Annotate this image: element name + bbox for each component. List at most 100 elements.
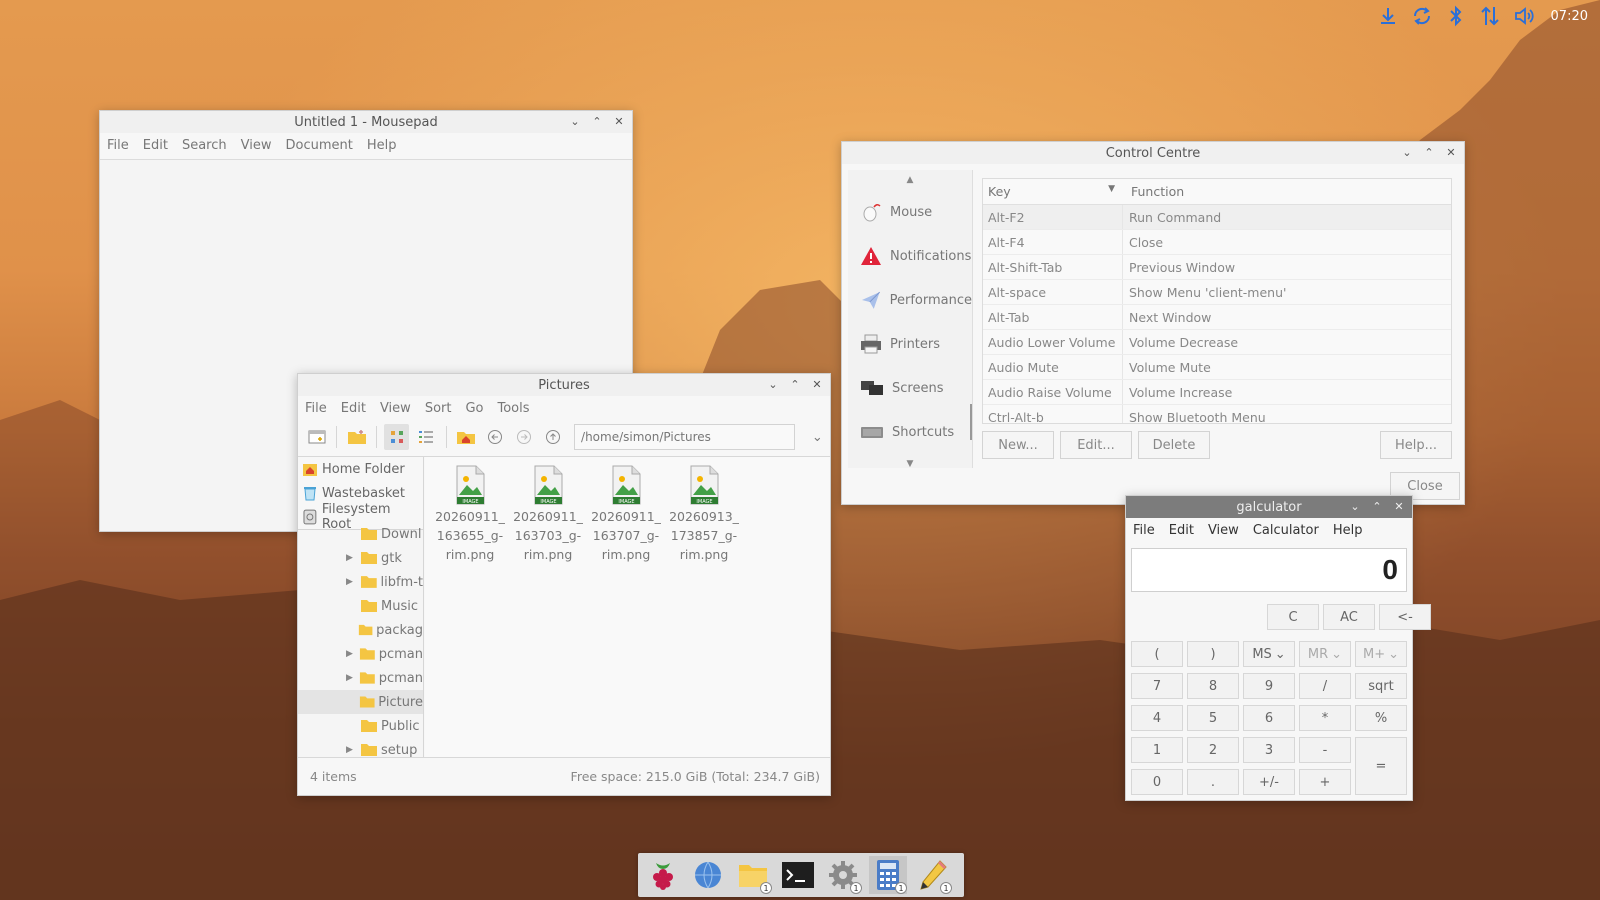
key-button[interactable]: MS ⌄ [1243, 641, 1295, 667]
maximize-icon[interactable]: ⌃ [590, 114, 604, 128]
settings-icon[interactable]: 1 [824, 856, 862, 894]
close-icon[interactable]: ✕ [810, 377, 824, 391]
tree-item[interactable]: packag [298, 618, 423, 642]
forward-icon[interactable] [512, 424, 537, 450]
new-folder-icon[interactable] [344, 424, 369, 450]
expand-arrow-icon[interactable]: ▶ [346, 649, 359, 659]
help-button[interactable]: Help... [1380, 431, 1452, 459]
new-button[interactable]: New... [982, 431, 1054, 459]
tree-item[interactable]: ▶ pcman [298, 642, 423, 666]
key-button[interactable]: C [1267, 604, 1319, 630]
expand-arrow-icon[interactable]: ▶ [346, 577, 360, 587]
file-icon-view[interactable]: IMAGE 20260911_ 163655_g-rim.png IMAGE 20260… [425, 457, 830, 758]
calculator-icon[interactable]: 1 [869, 856, 907, 894]
key-button[interactable]: 5 [1187, 705, 1239, 731]
key-button[interactable]: - [1299, 737, 1351, 763]
menu-file[interactable]: File [107, 138, 129, 153]
key-button[interactable]: 4 [1131, 705, 1183, 731]
tree-item[interactable]: ▶ libfm-t [298, 570, 423, 594]
clock[interactable]: 07:20 [1551, 9, 1588, 24]
minimize-icon[interactable]: ⌄ [1400, 145, 1414, 159]
calculator-titlebar[interactable]: galculator ⌄ ⌃ ✕ [1126, 496, 1412, 518]
download-icon[interactable] [1377, 5, 1399, 27]
menu-tools[interactable]: Tools [498, 401, 530, 416]
maximize-icon[interactable]: ⌃ [1422, 145, 1436, 159]
list-view-icon[interactable] [413, 424, 438, 450]
sidebar-item-printers[interactable]: Printers [848, 322, 972, 366]
menu-edit[interactable]: Edit [143, 138, 168, 153]
tree-item[interactable]: Music [298, 594, 423, 618]
table-row[interactable]: Alt-space Show Menu 'client-menu' [983, 280, 1451, 305]
scroll-down-icon[interactable]: ▼ [848, 454, 972, 474]
expand-arrow-icon[interactable]: ▶ [346, 553, 360, 563]
table-row[interactable]: Alt-Shift-Tab Previous Window [983, 255, 1451, 280]
sidebar-item-mouse[interactable]: Mouse [848, 190, 972, 234]
volume-icon[interactable] [1513, 5, 1535, 27]
icon-view-icon[interactable] [384, 424, 410, 450]
scroll-up-icon[interactable]: ▲ [848, 170, 972, 190]
key-button[interactable]: ( [1131, 641, 1183, 667]
table-row[interactable]: Audio Mute Volume Mute [983, 355, 1451, 380]
delete-button[interactable]: Delete [1138, 431, 1210, 459]
place-home-folder[interactable]: Home Folder [298, 457, 423, 481]
back-icon[interactable] [483, 424, 508, 450]
sidebar-item-performance[interactable]: Performance [848, 278, 972, 322]
menu-view[interactable]: View [1208, 523, 1239, 538]
menu-go[interactable]: Go [465, 401, 483, 416]
bluetooth-icon[interactable] [1445, 5, 1467, 27]
tree-item[interactable]: Picture [298, 690, 423, 714]
new-tab-icon[interactable] [304, 424, 329, 450]
menu-search[interactable]: Search [182, 138, 227, 153]
up-icon[interactable] [541, 424, 566, 450]
sidebar-item-screens[interactable]: Screens [848, 366, 972, 410]
key-button[interactable]: * [1299, 705, 1351, 731]
key-button[interactable]: + [1299, 769, 1351, 795]
chevron-down-icon[interactable]: ⌄ [805, 424, 830, 450]
menu-view[interactable]: View [241, 138, 272, 153]
key-button[interactable]: 7 [1131, 673, 1183, 699]
home-folder-icon[interactable] [453, 424, 478, 450]
tree-item[interactable]: ▶ pcman [298, 666, 423, 690]
key-button[interactable]: 3 [1243, 737, 1295, 763]
key-button[interactable]: 1 [1131, 737, 1183, 763]
key-button[interactable]: <- [1379, 604, 1431, 630]
key-button[interactable]: MR ⌄ [1299, 641, 1351, 667]
menu-view[interactable]: View [380, 401, 411, 416]
key-button[interactable]: 0 [1131, 769, 1183, 795]
table-row[interactable]: Audio Raise Volume Volume Increase [983, 380, 1451, 405]
column-header-function[interactable]: Function [1123, 184, 1184, 199]
minimize-icon[interactable]: ⌄ [1348, 499, 1362, 513]
file-item[interactable]: IMAGE 20260911_ 163655_g-rim.png [431, 465, 509, 758]
file-item[interactable]: IMAGE 20260913_ 173857_g-rim.png [665, 465, 743, 758]
file-item[interactable]: IMAGE 20260911_ 163707_g-rim.png [587, 465, 665, 758]
table-row[interactable]: Alt-F4 Close [983, 230, 1451, 255]
menu-file[interactable]: File [305, 401, 327, 416]
key-button[interactable]: % [1355, 705, 1407, 731]
file-manager-icon[interactable]: 1 [734, 856, 772, 894]
text-editor-icon[interactable]: 1 [914, 856, 952, 894]
table-row[interactable]: Ctrl-Alt-b Show Bluetooth Menu [983, 405, 1451, 423]
browser-icon[interactable] [689, 856, 727, 894]
key-button[interactable]: / [1299, 673, 1351, 699]
table-row[interactable]: Audio Lower Volume Volume Decrease [983, 330, 1451, 355]
key-button[interactable]: +/- [1243, 769, 1295, 795]
menu-calculator[interactable]: Calculator [1253, 523, 1319, 538]
raspberry-menu-icon[interactable] [644, 856, 682, 894]
sync-icon[interactable] [1411, 5, 1433, 27]
close-icon[interactable]: ✕ [1392, 499, 1406, 513]
table-row[interactable]: Alt-F2 Run Command [983, 205, 1451, 230]
sidebar-item-shortcuts[interactable]: Shortcuts [848, 410, 972, 454]
file-item[interactable]: IMAGE 20260911_ 163703_g-rim.png [509, 465, 587, 758]
key-button[interactable]: 8 [1187, 673, 1239, 699]
key-button[interactable]: 2 [1187, 737, 1239, 763]
control-centre-titlebar[interactable]: Control Centre ⌄ ⌃ ✕ [842, 142, 1464, 164]
sidebar-scrollbar[interactable] [970, 404, 972, 440]
menu-help[interactable]: Help [1333, 523, 1363, 538]
key-button[interactable]: AC [1323, 604, 1375, 630]
key-button[interactable]: . [1187, 769, 1239, 795]
minimize-icon[interactable]: ⌄ [766, 377, 780, 391]
terminal-icon[interactable] [779, 856, 817, 894]
expand-arrow-icon[interactable]: ▶ [346, 673, 359, 683]
file-manager-titlebar[interactable]: Pictures ⌄ ⌃ ✕ [298, 374, 830, 396]
menu-file[interactable]: File [1133, 523, 1155, 538]
